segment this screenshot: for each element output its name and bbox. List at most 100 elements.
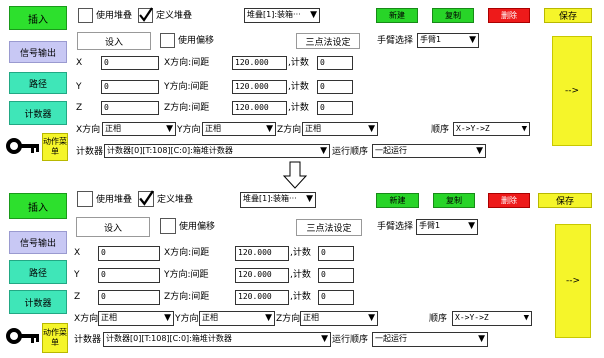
path-label: 路径 xyxy=(28,79,47,90)
next-arrow-button[interactable]: --> xyxy=(555,224,591,338)
use-offset-label: 使用偏移 xyxy=(178,36,215,46)
delete-button[interactable]: 删除 xyxy=(488,8,530,23)
arm-select[interactable]: 手臂1 ▼ xyxy=(416,219,478,235)
z-count-input[interactable]: 0 xyxy=(317,101,353,115)
stack-select[interactable]: 堆叠[1]:装箱··· ▼ xyxy=(244,8,320,23)
action-menu-button[interactable]: 动作菜单 xyxy=(42,323,68,353)
y-direction-value: 正相 xyxy=(202,313,218,322)
set-in-button[interactable]: 设入 xyxy=(77,32,151,50)
z-direction-select[interactable]: 正相 ▼ xyxy=(300,311,378,326)
arm-select[interactable]: 手臂1 ▼ xyxy=(417,33,479,48)
save-button[interactable]: 保存 xyxy=(538,193,592,208)
key-logo-icon xyxy=(5,326,41,346)
triangle-down-icon: ▼ xyxy=(521,124,527,134)
axis-y-input[interactable]: 0 xyxy=(101,80,159,94)
y-count-input[interactable]: 0 xyxy=(318,268,354,283)
new-button[interactable]: 新建 xyxy=(376,8,418,23)
triangle-down-icon: ▼ xyxy=(164,313,171,323)
check-mark-icon xyxy=(139,7,153,22)
use-stack-checkbox[interactable] xyxy=(78,8,93,23)
new-label: 新建 xyxy=(389,196,406,205)
x-spacing-input[interactable]: 120.000 xyxy=(235,246,289,261)
signal-output-button[interactable]: 信号输出 xyxy=(9,231,67,254)
axis-y-input[interactable]: 0 xyxy=(98,268,160,283)
three-point-button[interactable]: 三点法设定 xyxy=(296,33,360,49)
counter-button[interactable]: 计数器 xyxy=(9,101,67,125)
y-count-value: 0 xyxy=(320,82,325,91)
three-point-button[interactable]: 三点法设定 xyxy=(296,219,362,236)
run-order-label: 运行顺序 xyxy=(332,335,369,345)
y-spacing-label: Y方向:间距 xyxy=(164,82,209,92)
three-point-label: 三点法设定 xyxy=(306,224,352,234)
copy-label: 复制 xyxy=(446,196,462,205)
y-count-label: ,计数 xyxy=(290,270,311,280)
x-count-value: 0 xyxy=(321,248,326,257)
save-button[interactable]: 保存 xyxy=(544,8,592,23)
copy-button[interactable]: 复制 xyxy=(433,193,475,208)
arm-select-value: 手臂1 xyxy=(420,35,442,44)
insert-button[interactable]: 插入 xyxy=(9,193,67,219)
x-count-input[interactable]: 0 xyxy=(317,56,353,70)
z-count-input[interactable]: 0 xyxy=(318,290,354,305)
x-direction-value: 正相 xyxy=(105,124,121,133)
y-spacing-input[interactable]: 120.000 xyxy=(232,80,287,94)
counter-select[interactable]: 计数器[0][T:108][C:0]:箱堆计数器 ▼ xyxy=(104,144,330,158)
arm-select-label: 手臂选择 xyxy=(377,36,414,46)
stack-select[interactable]: 堆叠[1]:装箱··· ▼ xyxy=(240,192,316,208)
z-direction-select[interactable]: 正相 ▼ xyxy=(302,122,378,136)
use-stack-checkbox[interactable] xyxy=(77,191,93,207)
triangle-down-icon: ▼ xyxy=(306,194,313,204)
z-spacing-input[interactable]: 120.000 xyxy=(232,101,287,115)
axis-y-value: 0 xyxy=(101,270,106,279)
x-count-label: ,计数 xyxy=(290,248,311,258)
path-button[interactable]: 路径 xyxy=(9,72,67,94)
x-count-input[interactable]: 0 xyxy=(318,246,354,261)
y-direction-select[interactable]: 正相 ▼ xyxy=(199,311,275,326)
order-select[interactable]: X->Y->Z ▼ xyxy=(453,122,530,136)
signal-output-button[interactable]: 信号输出 xyxy=(9,41,67,63)
delete-button[interactable]: 删除 xyxy=(488,193,530,208)
z-spacing-input[interactable]: 120.000 xyxy=(235,290,289,305)
new-button[interactable]: 新建 xyxy=(376,193,419,208)
order-select[interactable]: X->Y->Z ▼ xyxy=(452,311,532,326)
define-stack-checkbox[interactable] xyxy=(138,7,153,23)
triangle-down-icon: ▼ xyxy=(368,313,375,323)
y-count-input[interactable]: 0 xyxy=(317,80,353,94)
new-label: 新建 xyxy=(389,11,405,20)
y-count-value: 0 xyxy=(321,270,326,279)
axis-z-value: 0 xyxy=(101,292,106,301)
set-in-button[interactable]: 设入 xyxy=(76,217,150,237)
define-stack-checkbox[interactable] xyxy=(138,190,154,207)
y-spacing-input[interactable]: 120.000 xyxy=(235,268,289,283)
axis-y-label: Y xyxy=(76,82,82,92)
axis-x-input[interactable]: 0 xyxy=(101,56,159,70)
use-offset-checkbox[interactable] xyxy=(160,218,176,234)
y-direction-select[interactable]: 正相 ▼ xyxy=(202,122,276,136)
counter-label: 计数器 xyxy=(24,298,52,309)
check-mark-icon xyxy=(139,190,154,206)
copy-button[interactable]: 复制 xyxy=(432,8,474,23)
use-offset-checkbox[interactable] xyxy=(160,33,175,48)
x-spacing-input[interactable]: 120.000 xyxy=(232,56,287,70)
x-direction-select[interactable]: 正相 ▼ xyxy=(98,311,174,326)
triangle-down-icon: ▼ xyxy=(321,334,328,344)
run-order-value: 一起运行 xyxy=(375,146,407,155)
axis-z-label: Z xyxy=(76,103,83,113)
use-stack-label: 使用堆叠 xyxy=(96,195,133,205)
x-direction-select[interactable]: 正相 ▼ xyxy=(102,122,176,136)
z-count-value: 0 xyxy=(321,292,326,301)
use-stack-label: 使用堆叠 xyxy=(96,11,133,21)
axis-z-input[interactable]: 0 xyxy=(98,290,160,305)
path-button[interactable]: 路径 xyxy=(9,260,67,284)
counter-select[interactable]: 计数器[0][T:108][C:0]:箱堆计数器 ▼ xyxy=(103,332,331,347)
x-spacing-label: X方向:间距 xyxy=(164,248,210,258)
axis-z-input[interactable]: 0 xyxy=(101,101,159,115)
run-order-select[interactable]: 一起运行 ▼ xyxy=(372,332,488,347)
axis-x-input[interactable]: 0 xyxy=(98,246,160,261)
action-menu-button[interactable]: 动作菜单 xyxy=(42,133,68,161)
run-order-select[interactable]: 一起运行 ▼ xyxy=(372,144,486,158)
next-arrow-button[interactable]: --> xyxy=(552,36,592,146)
down-arrow-icon xyxy=(282,161,308,189)
counter-button[interactable]: 计数器 xyxy=(9,290,67,314)
insert-button[interactable]: 插入 xyxy=(9,6,67,30)
